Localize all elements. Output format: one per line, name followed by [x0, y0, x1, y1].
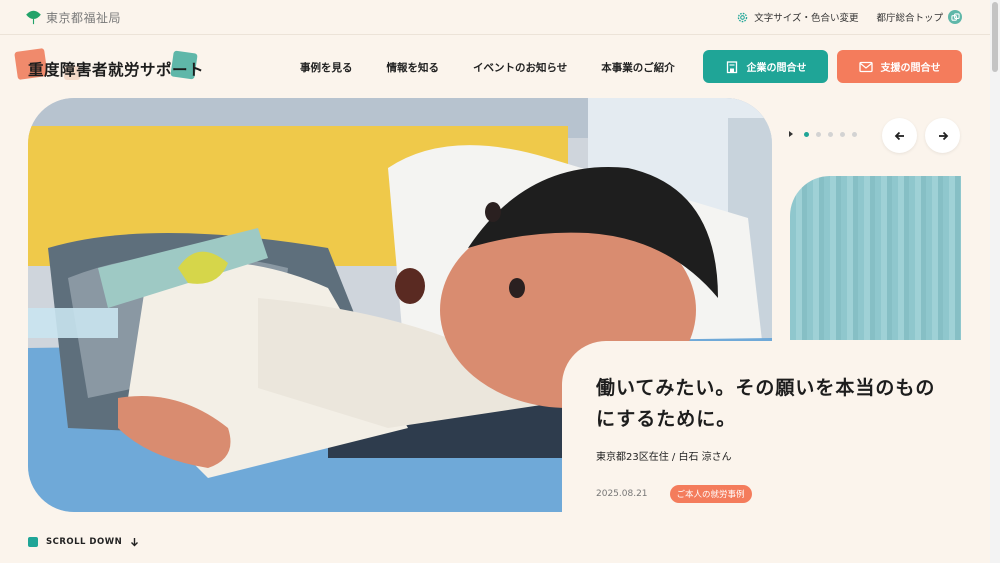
- arrow-left-icon: [894, 131, 904, 140]
- slider-prev-button[interactable]: [882, 118, 917, 153]
- hero-title: 働いてみたい。その願いを本当のもの にするために。: [596, 373, 1000, 436]
- company-inquiry-label: 企業の問合せ: [746, 63, 807, 74]
- utility-bar: 東京都福祉局 文字サイズ・色合い変更 都庁総合トップ: [0, 0, 990, 35]
- logo-text: 重度障害者就労サポート: [28, 61, 205, 79]
- mail-icon: [858, 61, 873, 72]
- support-inquiry-button[interactable]: 支援の問合せ: [837, 50, 962, 83]
- slider-pagination: [789, 131, 857, 137]
- slider-dot[interactable]: [804, 131, 809, 137]
- next-slide-preview[interactable]: [790, 176, 961, 340]
- nav-cases[interactable]: 事例を見る: [300, 60, 353, 75]
- external-link-icon: [948, 10, 962, 24]
- hero-date: 2025.08.21: [596, 488, 648, 499]
- hero-title-line2: にするために。: [596, 408, 737, 431]
- scroll-down-indicator[interactable]: SCROLL DOWN: [28, 537, 139, 547]
- slider-dot[interactable]: [852, 131, 857, 137]
- page-scrollbar[interactable]: [990, 0, 1000, 563]
- scrollbar-thumb[interactable]: [992, 2, 998, 72]
- slider-dot[interactable]: [828, 131, 833, 137]
- tocho-top-link[interactable]: 都庁総合トップ: [876, 10, 962, 24]
- arrow-right-icon: [938, 131, 948, 140]
- hero-title-line1: 働いてみたい。その願いを本当のもの: [596, 377, 936, 399]
- hero-person: 東京都23区在住 / 白石 涼さん: [596, 451, 732, 463]
- ginkgo-logo-icon: [26, 10, 41, 24]
- gear-icon: [738, 12, 748, 22]
- slider-dot[interactable]: [840, 131, 845, 137]
- slider-next-button[interactable]: [925, 118, 960, 153]
- nav-info[interactable]: 情報を知る: [387, 60, 440, 75]
- text-size-color-button[interactable]: 文字サイズ・色合い変更: [736, 10, 858, 24]
- slider-dot[interactable]: [816, 131, 821, 137]
- category-tag[interactable]: ご本人の就労事例: [669, 484, 752, 503]
- tokyo-brand[interactable]: 東京都福祉局: [26, 9, 121, 26]
- support-inquiry-label: 支援の問合せ: [880, 63, 941, 74]
- global-nav: 事例を見る 情報を知る イベントのお知らせ 本事業のご紹介: [300, 60, 675, 75]
- nav-events[interactable]: イベントのお知らせ: [473, 60, 567, 75]
- play-icon[interactable]: [789, 131, 793, 137]
- scroll-marker: [28, 537, 38, 547]
- top-link-label: 都庁総合トップ: [876, 13, 943, 24]
- text-size-label: 文字サイズ・色合い変更: [754, 13, 859, 24]
- building-icon: [726, 60, 737, 73]
- arrow-down-icon: [131, 538, 139, 547]
- site-logo[interactable]: 重度障害者就労サポート: [14, 48, 204, 86]
- scroll-down-label: SCROLL DOWN: [46, 537, 123, 547]
- hero-meta: 2025.08.21 ご本人の就労事例: [596, 484, 1000, 503]
- nav-about[interactable]: 本事業のご紹介: [601, 60, 675, 75]
- site-header: 重度障害者就労サポート 事例を見る 情報を知る イベントのお知らせ 本事業のご紹…: [0, 36, 990, 98]
- hero-caption-card[interactable]: 働いてみたい。その願いを本当のもの にするために。 東京都23区在住 / 白石 …: [562, 341, 1000, 521]
- brand-name: 東京都福祉局: [46, 10, 122, 25]
- company-inquiry-button[interactable]: 企業の問合せ: [703, 50, 828, 83]
